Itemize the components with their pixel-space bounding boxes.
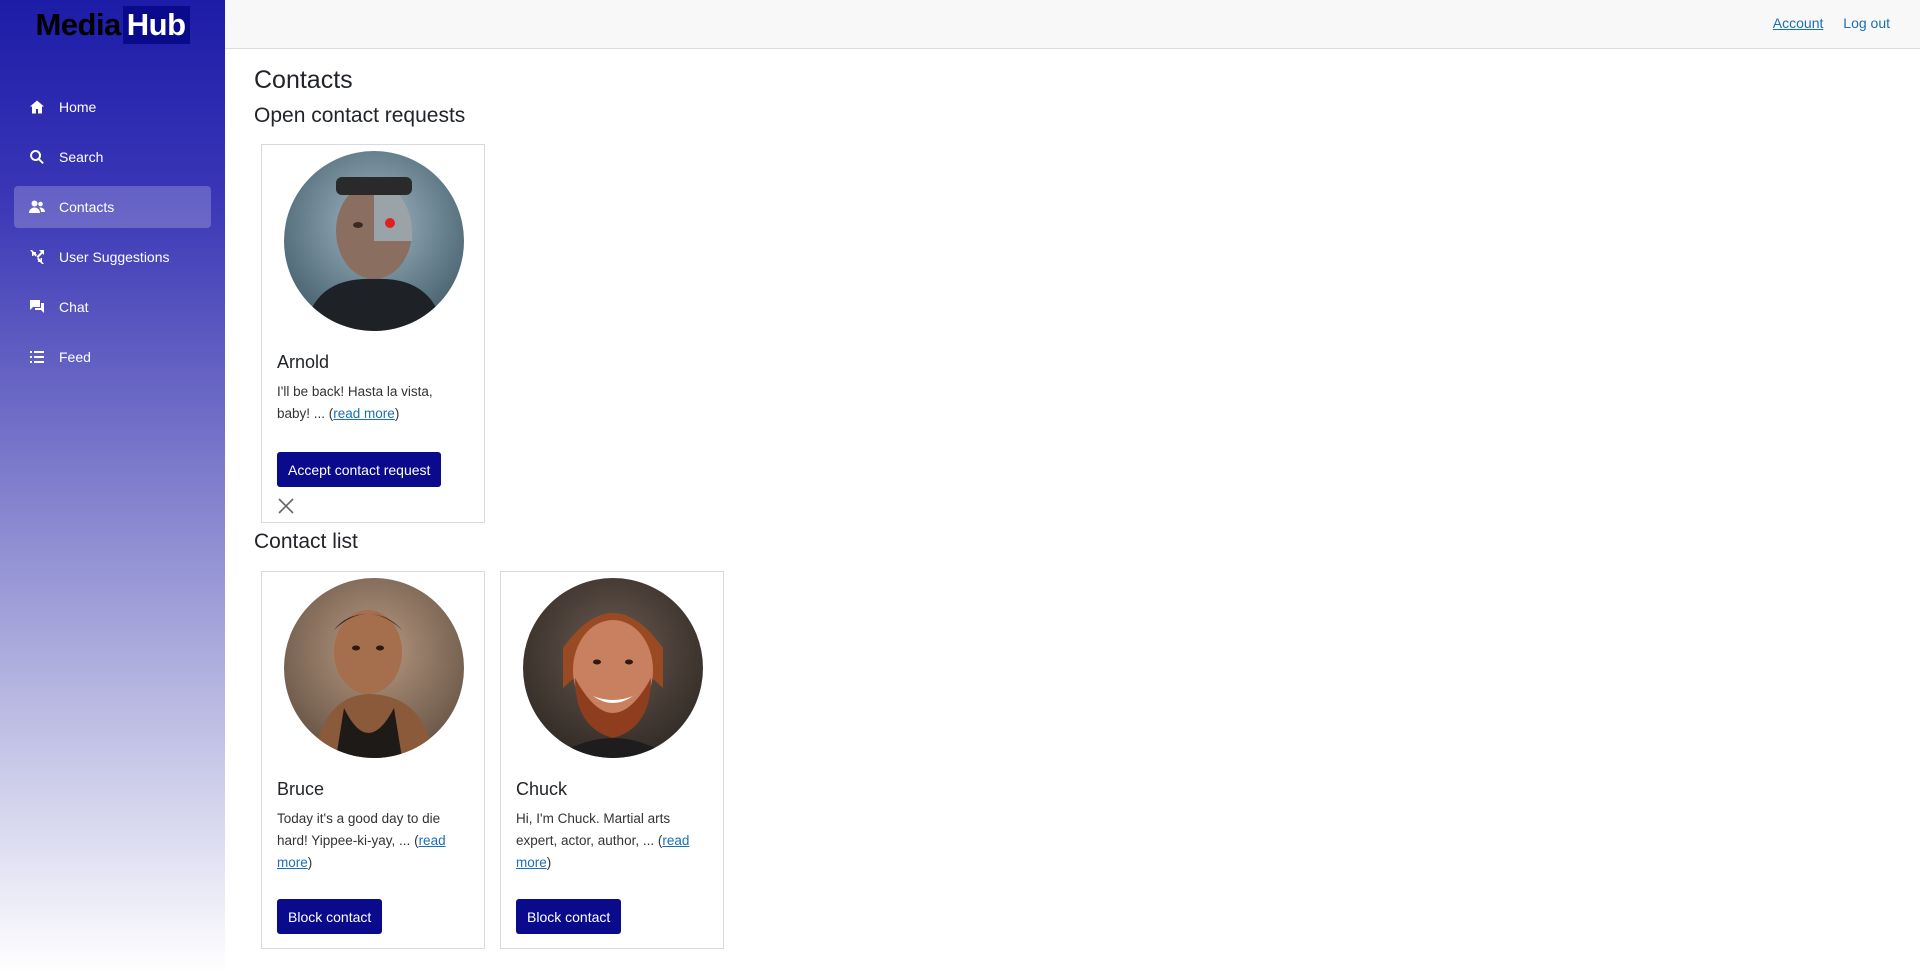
sidebar-item-user-suggestions[interactable]: User Suggestions (14, 236, 211, 278)
sidebar-item-contacts[interactable]: Contacts (14, 186, 211, 228)
contact-card: Bruce Today it's a good day to die hard!… (261, 571, 485, 949)
account-link[interactable]: Account (1773, 15, 1824, 31)
logo-hub: Hub (122, 5, 190, 44)
contact-name: Arnold (277, 352, 330, 372)
contact-request-card: Arnold I'll be back! Hasta la vista, bab… (261, 144, 485, 523)
accept-contact-request-button[interactable]: Accept contact request (277, 452, 442, 487)
contact-bio: Hi, I'm Chuck. Martial arts expert, acto… (516, 808, 706, 874)
sidebar-nav: Home Search Contacts User Suggestions Ch… (14, 86, 211, 386)
avatar (284, 578, 464, 758)
suggestions-icon (28, 249, 46, 265)
sidebar-item-label: Home (59, 99, 97, 115)
block-contact-button[interactable]: Block contact (516, 899, 622, 934)
avatar (284, 151, 464, 331)
contact-list-heading: Contact list (254, 530, 358, 553)
sidebar-item-home[interactable]: Home (14, 86, 211, 128)
avatar (523, 578, 703, 758)
sidebar-item-label: Chat (59, 299, 89, 315)
contact-bio: Today it's a good day to die hard! Yippe… (277, 808, 467, 874)
bio-text: Hi, I'm Chuck. Martial arts expert, acto… (516, 811, 671, 848)
bio-end: ) (546, 855, 552, 870)
top-bar: Account Log out (225, 0, 1920, 49)
chat-icon (28, 299, 46, 315)
account-links: Account Log out (1757, 15, 1890, 31)
sidebar-item-label: User Suggestions (59, 249, 170, 265)
block-contact-button[interactable]: Block contact (277, 899, 383, 934)
contacts-icon (28, 199, 46, 215)
logo-media: Media (35, 6, 121, 42)
search-icon (28, 149, 46, 165)
sidebar-item-feed[interactable]: Feed (14, 336, 211, 378)
page-title: Contacts (254, 66, 353, 94)
bio-end: ) (394, 406, 400, 421)
requests-heading: Open contact requests (254, 104, 466, 127)
read-more-link[interactable]: read more (333, 406, 395, 421)
sidebar-item-label: Contacts (59, 199, 115, 215)
bio-text: Today it's a good day to die hard! Yippe… (277, 811, 441, 848)
logo[interactable]: Media Hub (0, 0, 225, 49)
contact-name: Bruce (277, 779, 325, 799)
sidebar-item-search[interactable]: Search (14, 136, 211, 178)
contact-bio: I'll be back! Hasta la vista, baby! ... … (277, 381, 467, 425)
logout-link[interactable]: Log out (1843, 15, 1890, 31)
contact-card: Chuck Hi, I'm Chuck. Martial arts expert… (500, 571, 724, 949)
feed-icon (28, 349, 46, 365)
home-icon (28, 99, 46, 115)
sidebar: Media Hub Home Search Contacts User Sugg… (0, 0, 225, 973)
bio-end: ) (307, 855, 313, 870)
sidebar-item-chat[interactable]: Chat (14, 286, 211, 328)
contact-name: Chuck (516, 779, 568, 799)
sidebar-item-label: Feed (59, 349, 91, 365)
close-icon[interactable] (277, 497, 295, 515)
sidebar-item-label: Search (59, 149, 104, 165)
